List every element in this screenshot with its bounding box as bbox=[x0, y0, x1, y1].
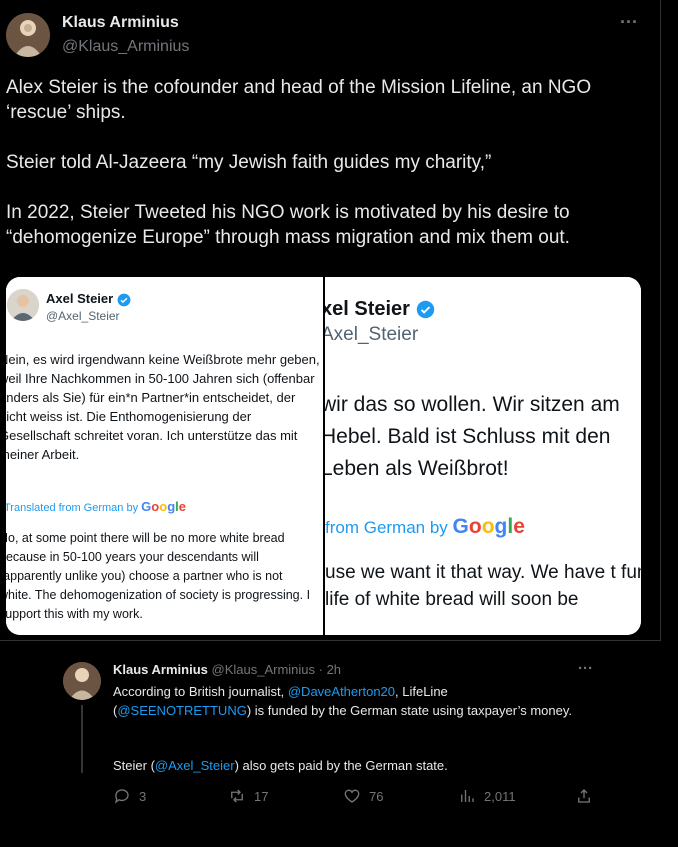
thread-line bbox=[81, 705, 83, 773]
google-logo-right: Google bbox=[452, 515, 525, 538]
mention-link[interactable]: @Axel_Steier bbox=[155, 758, 235, 773]
author-avatar[interactable] bbox=[6, 13, 50, 57]
reply-more-button[interactable]: ··· bbox=[578, 660, 593, 677]
media-container[interactable]: Axel Steier @Axel_Steier Nein, es wird i… bbox=[6, 277, 641, 635]
translated-label-right: from German by bbox=[325, 518, 448, 537]
like-count: 76 bbox=[369, 788, 384, 804]
verified-badge-icon bbox=[117, 293, 131, 306]
views-count: 2,011 bbox=[484, 788, 516, 804]
reply-count: 3 bbox=[139, 788, 147, 804]
more-options-button[interactable]: ··· bbox=[620, 12, 638, 33]
views-button[interactable]: 2,011 bbox=[458, 787, 516, 805]
reply-text: According to British journalist, @DaveAt… bbox=[113, 683, 583, 720]
views-chart-icon bbox=[461, 790, 474, 802]
steier-handle: @Axel_Steier bbox=[46, 309, 120, 323]
main-tweet: Klaus Arminius @Klaus_Arminius ··· Alex … bbox=[0, 0, 661, 641]
reply-tweet: Klaus Arminius @Klaus_Arminius · 2h ··· … bbox=[60, 655, 678, 847]
author-name[interactable]: Klaus Arminius bbox=[62, 14, 179, 32]
reply-icon bbox=[114, 789, 129, 804]
steier-handle-zoom: Axel_Steier bbox=[325, 324, 419, 345]
reply-text-part: ) is funded by the German state using ta… bbox=[246, 702, 572, 718]
like-button[interactable]: 76 bbox=[343, 787, 383, 805]
translated-label-left: Translated from German by bbox=[6, 502, 139, 514]
retweet-button[interactable]: 17 bbox=[228, 787, 268, 805]
reply-text-part: Steier ( bbox=[113, 758, 155, 773]
german-text-left: Nein, es wird irgendwann keine Weißbrote… bbox=[6, 352, 320, 462]
share-icon bbox=[578, 789, 590, 803]
mention-link[interactable]: @SEENOTRETTUNG bbox=[117, 703, 246, 718]
mention-link[interactable]: @DaveAtherton20 bbox=[288, 684, 395, 699]
retweet-count: 17 bbox=[254, 788, 269, 804]
reply-avatar[interactable] bbox=[63, 662, 101, 700]
reply-timestamp[interactable]: · 2h bbox=[319, 662, 341, 677]
reply-author-name[interactable]: Klaus Arminius bbox=[113, 662, 208, 677]
google-logo-left: Google bbox=[141, 499, 186, 514]
reply-text-part: According to British journalist, bbox=[113, 684, 288, 699]
reply-author-handle[interactable]: @Klaus_Arminius bbox=[212, 662, 316, 677]
author-handle[interactable]: @Klaus_Arminius bbox=[62, 38, 189, 56]
heart-icon bbox=[344, 789, 360, 803]
reply-text-second: Steier (@Axel_Steier) also gets paid by … bbox=[113, 757, 583, 775]
reply-text-part: ) also gets paid by the German state. bbox=[234, 758, 448, 773]
english-text-left: No, at some point there will be no more … bbox=[6, 531, 311, 621]
steier-name-zoom: xel Steier bbox=[325, 298, 410, 320]
media-image-left[interactable]: Axel Steier @Axel_Steier Nein, es wird i… bbox=[6, 277, 323, 635]
media-image-right[interactable]: xel Steier Axel_Steier wir das so wollen… bbox=[325, 277, 641, 635]
retweet-icon bbox=[231, 789, 243, 803]
tweet-text: Alex Steier is the cofounder and head of… bbox=[6, 77, 592, 248]
verified-badge-icon bbox=[416, 301, 434, 319]
steier-name: Axel Steier bbox=[46, 291, 114, 306]
reply-button[interactable]: 3 bbox=[113, 787, 146, 805]
steier-avatar bbox=[7, 289, 39, 321]
english-text-right: use we want it that way. We have t fun l… bbox=[325, 562, 641, 610]
german-text-right: wir das so wollen. Wir sitzen am Hebel. … bbox=[325, 393, 620, 480]
share-button[interactable] bbox=[575, 787, 593, 805]
